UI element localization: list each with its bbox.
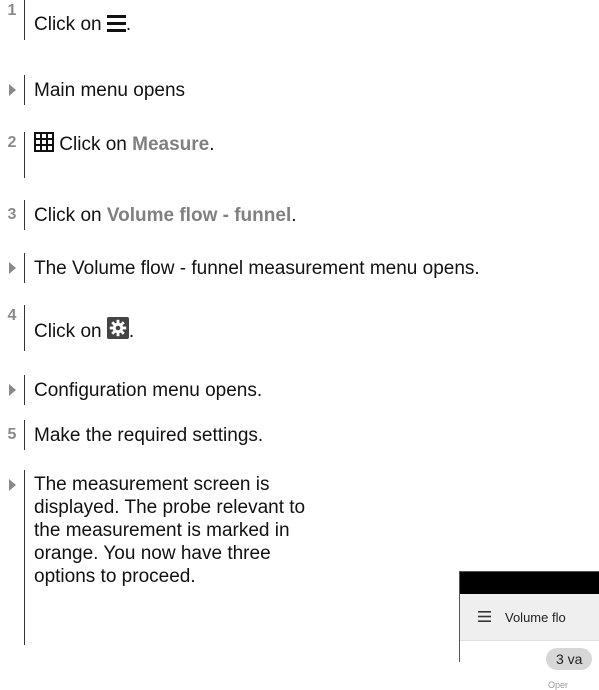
result-4: The measurement screen is displayed. The… [0, 470, 334, 645]
device-title: Volume flo [505, 609, 566, 625]
step-divider [24, 253, 25, 283]
step-number: 4 [7, 307, 17, 324]
step-text: Click on . [34, 0, 131, 39]
result-3: Configuration menu opens. [0, 375, 262, 405]
step-divider [24, 0, 25, 40]
device-tiny-text: Oper [548, 680, 569, 690]
result-arrow-icon [0, 375, 24, 396]
step-number: 2 [7, 134, 17, 151]
step-3: 3 Click on Volume flow - funnel. [0, 200, 297, 230]
step-number: 5 [7, 426, 17, 443]
step-text: Click on Measure. [34, 132, 215, 159]
result-arrow-icon [0, 470, 24, 491]
step-2: 2 Click on Measure. [0, 132, 215, 178]
step-4: 4 Click on . [0, 305, 134, 351]
step-1: 1 Click on . [0, 0, 131, 40]
step-divider [24, 420, 25, 450]
step-text: Click on Volume flow - funnel. [34, 205, 297, 226]
result-text: Main menu opens [34, 80, 186, 101]
step-divider [24, 470, 25, 645]
device-header: Volume flo [460, 594, 599, 641]
result-1: Main menu opens [0, 75, 185, 105]
result-2: The Volume flow - funnel measurement men… [0, 253, 480, 283]
step-number: 3 [7, 206, 17, 223]
result-arrow-icon [0, 253, 24, 274]
result-text: The measurement screen is displayed. The… [34, 474, 306, 587]
step-divider [24, 305, 25, 351]
step-divider [24, 75, 25, 105]
step-text: Click on . [34, 305, 134, 346]
step-divider [24, 375, 25, 405]
device-values-pill: 3 va [546, 648, 593, 670]
device-status-bar [460, 572, 599, 594]
menu-icon [106, 14, 126, 39]
ui-term-volume-flow-funnel: Volume flow - funnel [106, 205, 292, 226]
grid-icon [34, 132, 54, 159]
result-text: Configuration menu opens. [34, 380, 263, 401]
result-text: The Volume flow - funnel measurement men… [34, 258, 480, 279]
result-arrow-icon [0, 75, 24, 96]
ui-term-measure: Measure [132, 134, 210, 155]
step-text: Make the required settings. [34, 425, 264, 446]
step-divider [24, 200, 25, 230]
menu-icon [478, 610, 491, 625]
step-number: 1 [7, 2, 17, 19]
step-5: 5 Make the required settings. [0, 420, 263, 450]
device-screenshot: Volume flo 3 va Oper [459, 571, 599, 690]
step-divider [24, 132, 25, 178]
gear-icon [106, 317, 129, 346]
